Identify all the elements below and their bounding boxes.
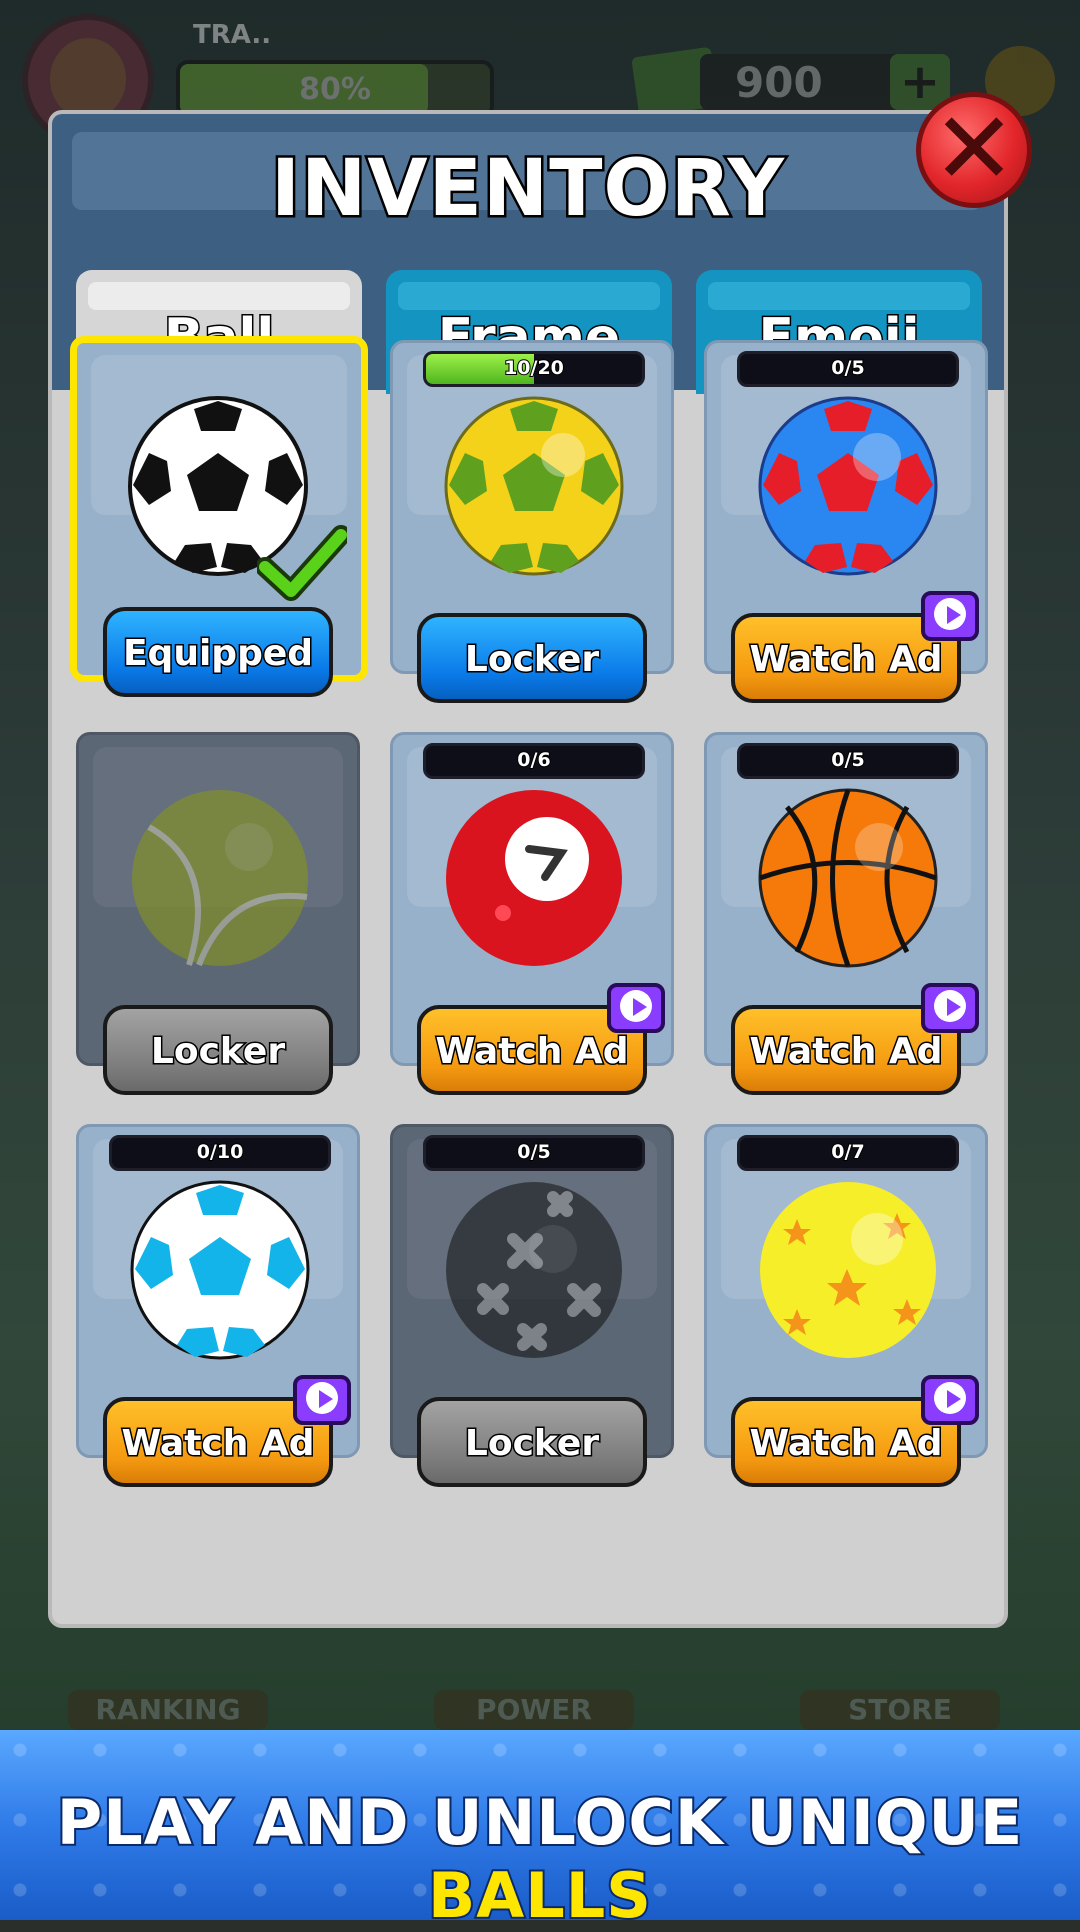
- cash-value: 900: [735, 58, 823, 107]
- button-label: Locker: [463, 1422, 600, 1466]
- close-button[interactable]: ✕: [916, 92, 1032, 208]
- watch-ad-button[interactable]: Watch Ad: [103, 1375, 351, 1487]
- modal-title: INVENTORY: [268, 142, 786, 237]
- banner-text-main: PLAY AND UNLOCK UNIQUE: [55, 1784, 1024, 1861]
- ball-card-yellow-stars[interactable]: 0/7 Watch Ad: [704, 1124, 988, 1487]
- tab-highlight: [398, 282, 660, 310]
- unlock-progress-bar: 0/5: [423, 1135, 645, 1171]
- locker-button[interactable]: Locker: [103, 1005, 333, 1095]
- banner-text-highlight: BALLS: [426, 1857, 653, 1932]
- ball-card-cyan-soccer[interactable]: 0/10 Watch Ad: [76, 1124, 360, 1487]
- nav-ranking[interactable]: RANKING: [68, 1690, 268, 1730]
- unlock-progress-bar: 0/5: [737, 351, 959, 387]
- watch-ad-button[interactable]: Watch Ad: [731, 1375, 979, 1487]
- nav-power[interactable]: POWER: [434, 1690, 634, 1730]
- play-video-icon: [921, 1375, 979, 1425]
- ball-card-tennis[interactable]: Locker: [76, 732, 360, 1095]
- button-label: Equipped: [121, 632, 314, 676]
- tab-highlight: [708, 282, 970, 310]
- play-triangle: [633, 998, 647, 1016]
- watch-ad-button[interactable]: Watch Ad: [731, 591, 979, 703]
- play-video-icon: [921, 983, 979, 1033]
- watch-ad-button[interactable]: Watch Ad: [417, 983, 665, 1095]
- ball-card-brazil[interactable]: 10/20 Locker: [390, 340, 674, 703]
- locker-button[interactable]: Locker: [417, 613, 647, 703]
- ball-card-classic[interactable]: Equipped: [70, 336, 368, 697]
- play-video-icon: [293, 1375, 351, 1425]
- unlock-progress-label: 0/5: [516, 1140, 551, 1164]
- unlock-progress-bar: 0/6: [423, 743, 645, 779]
- ball-card-red-blue[interactable]: 0/5 Watch Ad: [704, 340, 988, 703]
- play-triangle: [947, 1390, 961, 1408]
- button-label: Locker: [463, 638, 600, 682]
- checkmark-icon: [257, 525, 347, 601]
- unlock-progress-label: 0/10: [196, 1140, 245, 1164]
- ball-card-billiard-7[interactable]: 0/6 Watch Ad: [390, 732, 674, 1095]
- ball-card-basketball[interactable]: 0/5 Watch Ad: [704, 732, 988, 1095]
- avatar-face: [50, 38, 126, 120]
- player-name: TRA..: [193, 20, 272, 50]
- cyan-soccer-ball-icon: [130, 1180, 310, 1360]
- equipped-button[interactable]: Equipped: [103, 607, 333, 697]
- xp-percent-label: 80%: [299, 72, 371, 107]
- tab-highlight: [88, 282, 350, 310]
- unlock-progress-bar: 10/20: [423, 351, 645, 387]
- locker-button[interactable]: Locker: [417, 1397, 647, 1487]
- button-label: Locker: [149, 1030, 286, 1074]
- black-cross-ball-icon: [446, 1182, 622, 1358]
- button-label: Watch Ad: [120, 1422, 316, 1466]
- unlock-progress-label: 0/5: [830, 748, 865, 772]
- play-triangle: [947, 606, 961, 624]
- unlock-progress-label: 0/5: [830, 356, 865, 380]
- banner-text: PLAY AND UNLOCK UNIQUE BALLS: [0, 1784, 1080, 1932]
- unlock-progress-bar: 0/7: [737, 1135, 959, 1171]
- brazil-ball-icon: [444, 396, 624, 576]
- play-video-icon: [607, 983, 665, 1033]
- button-label: Watch Ad: [748, 1422, 944, 1466]
- unlock-progress-label: 0/7: [830, 1140, 865, 1164]
- billiard-7-ball-icon: [446, 790, 622, 966]
- button-label: Watch Ad: [434, 1030, 630, 1074]
- button-label: Watch Ad: [748, 638, 944, 682]
- close-x-icon: ✕: [932, 90, 1016, 207]
- bottom-nav: RANKING POWER STORE: [0, 1630, 1080, 1740]
- promo-banner: PLAY AND UNLOCK UNIQUE BALLS: [0, 1730, 1080, 1932]
- unlock-progress-bar: 0/5: [737, 743, 959, 779]
- basketball-ball-icon: [758, 788, 938, 968]
- unlock-progress-label: 10/20: [503, 356, 565, 380]
- ball-card-black-cross[interactable]: 0/5 Locker: [390, 1124, 674, 1487]
- yellow-stars-ball-icon: [760, 1182, 936, 1358]
- inventory-modal: INVENTORY Ball Frame Emoji Equipped10/20…: [48, 110, 1008, 1628]
- button-label: Watch Ad: [748, 1030, 944, 1074]
- unlock-progress-bar: 0/10: [109, 1135, 331, 1171]
- red-blue-ball-icon: [758, 396, 938, 576]
- play-triangle: [947, 998, 961, 1016]
- play-triangle: [319, 1390, 333, 1408]
- tennis-ball-icon: [132, 790, 308, 967]
- nav-store[interactable]: STORE: [800, 1690, 1000, 1730]
- play-video-icon: [921, 591, 979, 641]
- unlock-progress-label: 0/6: [516, 748, 551, 772]
- watch-ad-button[interactable]: Watch Ad: [731, 983, 979, 1095]
